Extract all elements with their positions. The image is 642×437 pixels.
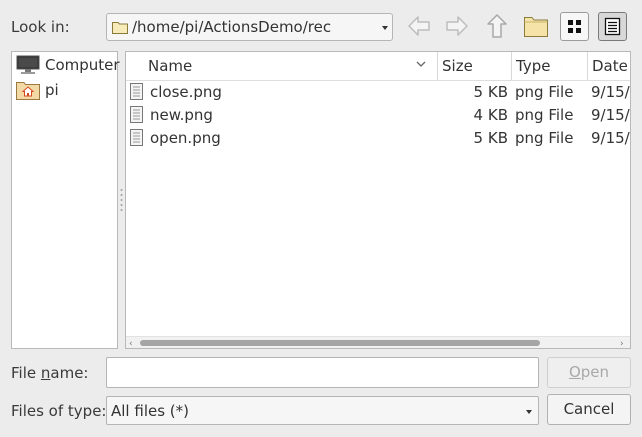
- up-arrow-icon: [487, 14, 507, 38]
- up-button[interactable]: [482, 11, 512, 41]
- column-header-size[interactable]: Size: [438, 52, 512, 80]
- open-button[interactable]: Open: [547, 357, 631, 388]
- file-type-cell: png File: [515, 129, 574, 147]
- home-folder-icon: [16, 82, 40, 100]
- detail-view-button[interactable]: [598, 12, 627, 41]
- back-button[interactable]: [404, 11, 434, 41]
- forward-arrow-icon: [446, 16, 468, 36]
- column-size-label: Size: [442, 57, 473, 75]
- file-name-input[interactable]: [106, 357, 539, 388]
- file-type-cell: png File: [515, 106, 574, 124]
- file-name-label: File name:: [11, 364, 88, 382]
- open-button-label: pen: [580, 363, 610, 381]
- icon-view-button[interactable]: [560, 12, 589, 41]
- column-type-label: Type: [516, 57, 551, 75]
- column-header-name[interactable]: Name: [126, 52, 438, 80]
- file-name-cell: new.png: [150, 106, 213, 124]
- file-size-cell: 5 KB: [473, 129, 508, 147]
- cancel-button[interactable]: Cancel: [547, 394, 631, 425]
- scroll-right-icon[interactable]: ›: [620, 339, 624, 348]
- sidebar-item-label: pi: [45, 81, 59, 99]
- file-name-cell: open.png: [150, 129, 221, 147]
- open-button-mnemonic: O: [568, 363, 581, 381]
- column-header-type[interactable]: Type: [512, 52, 588, 80]
- scrollbar-thumb[interactable]: [140, 340, 540, 346]
- back-arrow-icon: [408, 16, 430, 36]
- sort-chevron-icon: [416, 61, 426, 67]
- chevron-down-icon: [382, 26, 388, 30]
- sidebar-item-pi[interactable]: pi: [16, 79, 76, 101]
- splitter-handle[interactable]: [120, 188, 123, 214]
- column-date-label: Date: [592, 57, 628, 75]
- table-row[interactable]: close.png 5 KB png File 9/15/: [126, 81, 630, 104]
- file-type-value: All files (*): [111, 402, 189, 420]
- file-type-combo[interactable]: All files (*): [106, 396, 539, 425]
- computer-icon: [16, 55, 40, 74]
- file-name-label-mnemonic: n: [40, 364, 51, 382]
- file-type-label: Files of type:: [11, 402, 107, 420]
- file-name-label-part: ame:: [50, 364, 89, 382]
- file-date-cell: 9/15/: [591, 106, 630, 124]
- detail-view-icon: [604, 17, 621, 36]
- file-name-cell: close.png: [150, 83, 222, 101]
- forward-button[interactable]: [442, 11, 472, 41]
- scroll-left-icon[interactable]: ‹: [129, 339, 133, 348]
- places-sidebar: Computer pi: [11, 51, 120, 349]
- file-size-cell: 4 KB: [473, 106, 508, 124]
- sidebar-item-computer[interactable]: Computer: [16, 54, 120, 76]
- horizontal-scrollbar[interactable]: ‹ ›: [126, 336, 630, 348]
- icon-view-icon: [568, 20, 581, 33]
- file-date-cell: 9/15/: [591, 83, 630, 101]
- file-list: Name Size Type Date close.png 5 KB png F…: [125, 51, 631, 349]
- file-icon: [130, 83, 143, 100]
- file-type-cell: png File: [515, 83, 574, 101]
- look-in-label: Look in:: [11, 18, 70, 36]
- sidebar-item-label: Computer: [45, 56, 120, 74]
- table-row[interactable]: new.png 4 KB png File 9/15/: [126, 104, 630, 127]
- chevron-down-icon: [526, 410, 532, 414]
- file-date-cell: 9/15/: [591, 129, 630, 147]
- look-in-combo[interactable]: /home/pi/ActionsDemo/rec: [106, 13, 393, 41]
- file-size-cell: 5 KB: [473, 83, 508, 101]
- folder-icon: [112, 20, 128, 38]
- cancel-button-label: Cancel: [563, 400, 615, 418]
- column-header-row: Name Size Type Date: [126, 52, 630, 81]
- file-icon: [130, 129, 143, 146]
- new-folder-button[interactable]: [521, 11, 551, 41]
- table-row[interactable]: open.png 5 KB png File 9/15/: [126, 127, 630, 150]
- column-name-label: Name: [148, 57, 193, 75]
- file-icon: [130, 106, 143, 123]
- look-in-path: /home/pi/ActionsDemo/rec: [132, 18, 332, 36]
- file-name-label-part: File: [11, 364, 41, 382]
- new-folder-icon: [524, 17, 548, 37]
- column-header-date[interactable]: Date: [588, 52, 630, 80]
